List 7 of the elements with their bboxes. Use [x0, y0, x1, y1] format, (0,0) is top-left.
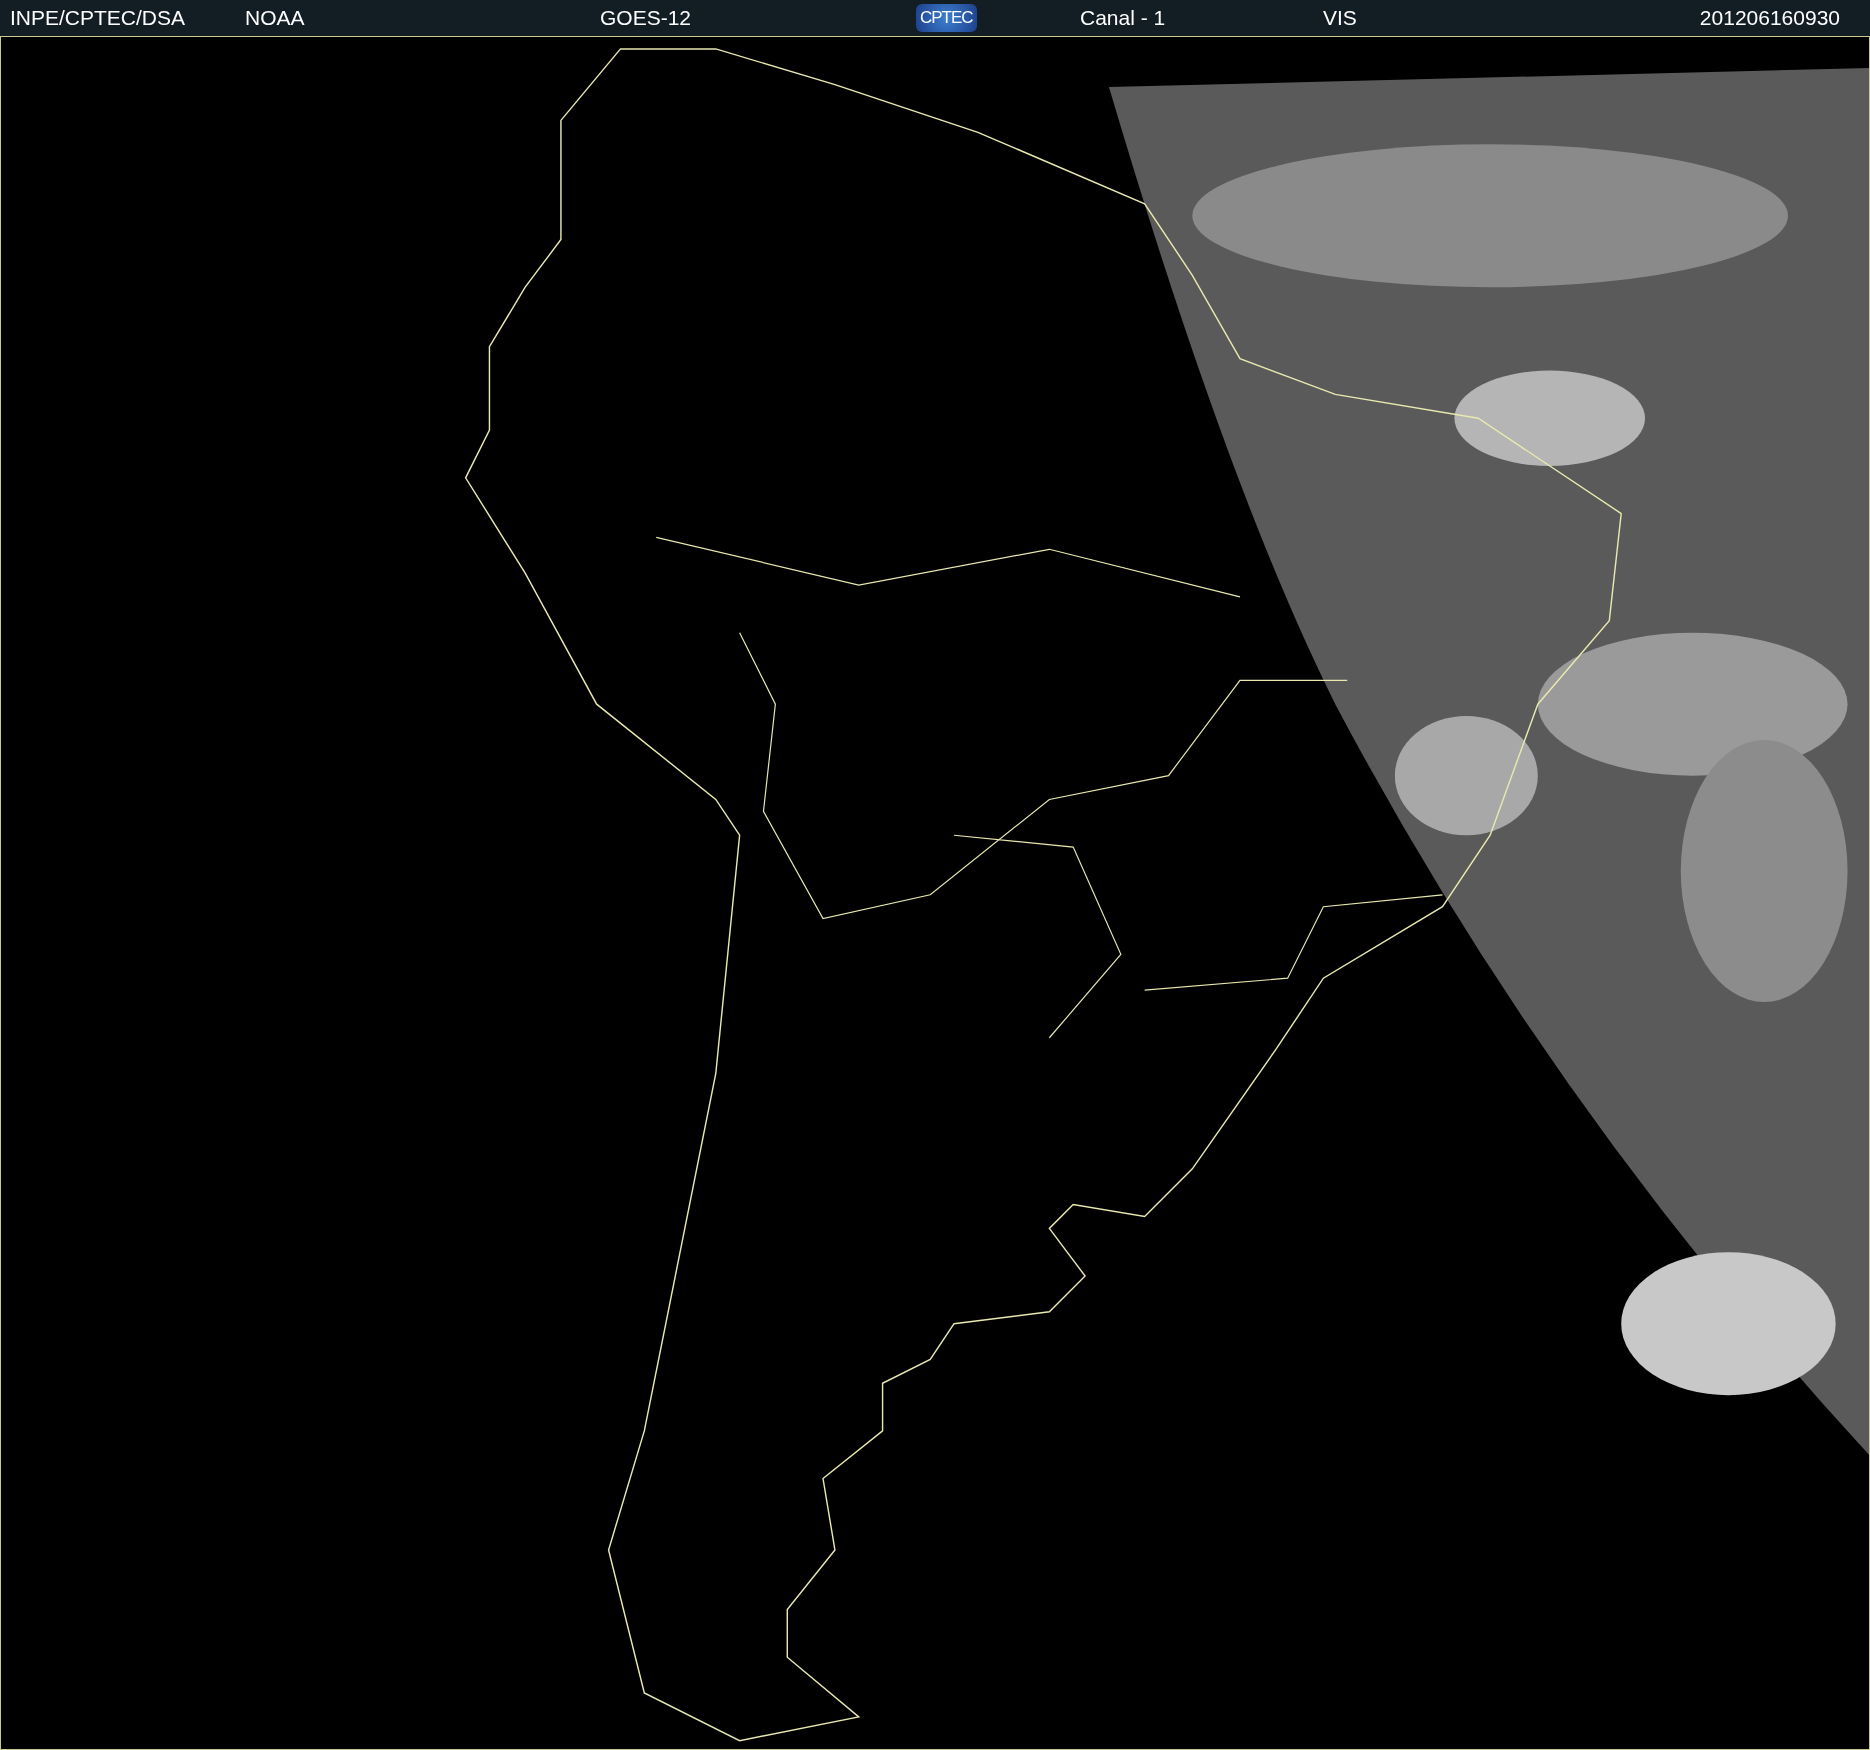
- cptec-logo: CPTEC: [916, 4, 977, 32]
- header-label: Canal - 1: [1080, 6, 1166, 30]
- header-label: 201206160930: [1699, 6, 1840, 30]
- header-label: INPE/CPTEC/DSA: [10, 6, 186, 30]
- header-label: GOES-12: [600, 6, 692, 30]
- header-label: NOAA: [245, 6, 305, 30]
- header-label: VIS: [1323, 6, 1357, 30]
